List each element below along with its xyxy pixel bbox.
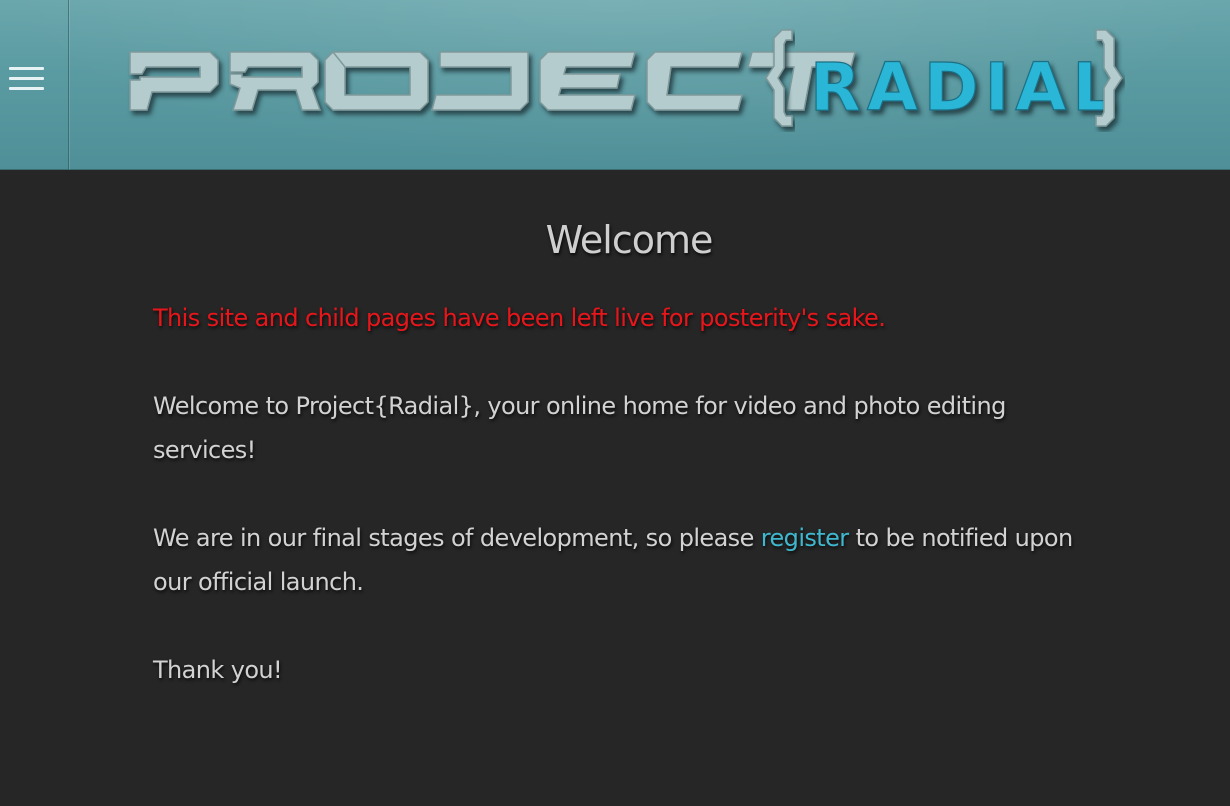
svg-text:RADIAL: RADIAL xyxy=(810,49,1120,126)
site-header: PROJECT{RADIAL} xyxy=(0,0,1230,170)
development-text-start: We are in our final stages of developmen… xyxy=(153,524,761,552)
development-paragraph: We are in our final stages of developmen… xyxy=(153,516,1083,604)
thanks-text: Thank you! xyxy=(153,656,283,684)
page-title: Welcome xyxy=(545,218,714,262)
site-logo[interactable]: PROJECT{RADIAL} xyxy=(120,22,1130,132)
menu-button[interactable] xyxy=(0,0,69,170)
intro-paragraph: Welcome to Project{Radial}, your online … xyxy=(153,392,1006,464)
logo-graphic: RADIAL xyxy=(129,29,1123,127)
register-link[interactable]: register xyxy=(761,524,849,552)
notice-text: This site and child pages have been left… xyxy=(153,304,886,332)
